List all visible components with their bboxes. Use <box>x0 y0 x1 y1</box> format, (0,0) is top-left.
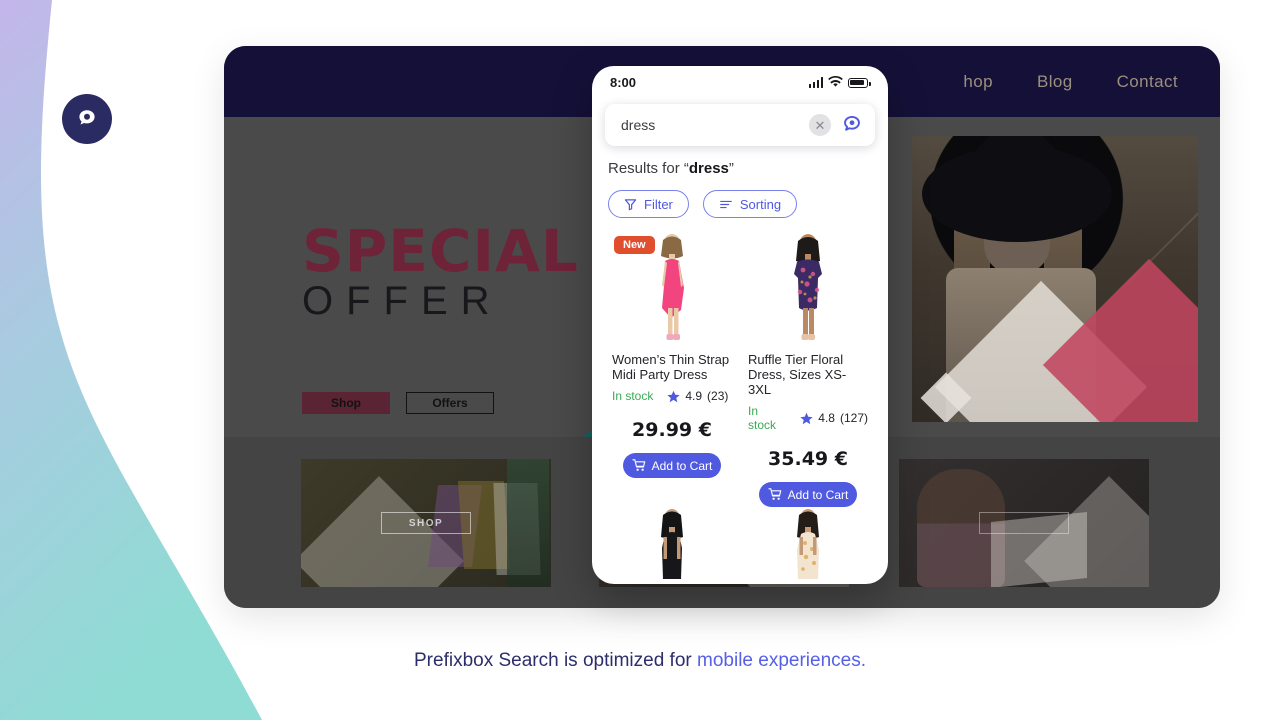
signal-bars-icon <box>808 77 823 88</box>
star-icon <box>800 412 813 424</box>
product-card[interactable]: Ruffle Tier Floral Dress, Sizes XS-3XL I… <box>740 232 876 507</box>
filter-funnel-icon <box>624 198 637 210</box>
nav-item-shop[interactable]: hop <box>963 72 993 92</box>
sorting-chip[interactable]: Sorting <box>702 190 798 218</box>
filter-chip-label: Filter <box>644 196 673 212</box>
add-to-cart-label: Add to Cart <box>787 487 849 502</box>
hero-shop-button[interactable]: Shop <box>302 392 390 414</box>
nav-item-blog[interactable]: Blog <box>1037 72 1073 92</box>
hero-title-top: SPECIAL <box>302 217 579 285</box>
add-to-cart-button[interactable]: Add to Cart <box>759 482 857 507</box>
status-time: 8:00 <box>610 74 637 90</box>
wifi-icon <box>828 76 843 87</box>
star-icon <box>667 390 680 402</box>
stock-status: In stock <box>612 389 654 403</box>
search-input[interactable]: dress <box>621 117 801 133</box>
phone-status-bar: 8:00 <box>592 66 888 98</box>
tile-right[interactable] <box>899 459 1149 587</box>
product-card-partial[interactable] <box>604 507 740 579</box>
tile-shop[interactable]: SHOP <box>301 459 551 587</box>
search-submit-icon[interactable] <box>839 114 865 136</box>
results-suffix: ” <box>728 160 734 177</box>
slide-canvas: hop Blog Contact SPECIAL OFFER Shop Offe… <box>0 0 1280 720</box>
caption-highlight: mobile experiences. <box>697 650 866 671</box>
prefixbox-logo <box>62 94 112 144</box>
hero-offers-button[interactable]: Offers <box>406 392 494 414</box>
hero-title-bottom: OFFER <box>302 279 503 323</box>
product-grid: New Women’s Thin Strap Midi Party Dress … <box>592 218 888 507</box>
caption-prefix: Prefixbox Search is optimized for <box>414 650 698 671</box>
rating-value: 4.9 <box>685 389 703 403</box>
product-grid-next-row <box>592 507 888 579</box>
rating-value: 4.8 <box>818 411 835 425</box>
results-heading: Results for “dress” <box>592 146 888 177</box>
product-title: Women’s Thin Strap Midi Party Dress <box>612 352 730 382</box>
results-term: dress <box>688 160 729 177</box>
product-title: Ruffle Tier Floral Dress, Sizes XS-3XL <box>748 352 847 397</box>
filter-chip[interactable]: Filter <box>608 190 689 218</box>
product-price: 29.99 € <box>632 419 712 441</box>
search-bar[interactable]: dress ✕ <box>605 104 875 146</box>
product-rating: 4.9 (23) <box>667 389 728 403</box>
results-prefix: Results for “ <box>608 160 689 177</box>
model-hat-brim <box>922 146 1112 242</box>
hero-model-photo <box>912 136 1198 422</box>
sorting-chip-label: Sorting <box>739 196 782 212</box>
nav-item-contact[interactable]: Contact <box>1117 72 1178 92</box>
product-meta: In stock 4.9 (23) <box>612 389 732 403</box>
product-price: 35.49 € <box>768 448 848 470</box>
tile-shop-button[interactable]: SHOP <box>381 512 471 534</box>
add-to-cart-label: Add to Cart <box>651 458 713 473</box>
product-image <box>748 232 868 344</box>
phone-mockup: 8:00 dress ✕ Results for “dress” Filter … <box>592 66 888 584</box>
stock-status: In stock <box>748 404 777 432</box>
add-to-cart-button[interactable]: Add to Cart <box>623 453 721 478</box>
review-count: (127) <box>839 411 868 425</box>
search-area: dress ✕ <box>592 98 888 146</box>
cart-icon <box>768 488 781 500</box>
status-icons <box>808 76 871 88</box>
clear-search-icon[interactable]: ✕ <box>809 114 831 136</box>
search-bubble-icon <box>79 110 95 125</box>
slide-caption: Prefixbox Search is optimized for mobile… <box>0 650 1280 672</box>
tile-foliage <box>507 459 549 587</box>
product-meta: In stock 4.8 (127) <box>748 404 868 432</box>
product-rating: 4.8 (127) <box>800 411 868 425</box>
review-count: (23) <box>707 389 729 403</box>
product-card-partial[interactable] <box>740 507 876 579</box>
filter-chip-row: Filter Sorting <box>592 177 888 218</box>
cart-icon <box>632 459 645 471</box>
tile-right-button[interactable] <box>979 512 1069 534</box>
new-badge: New <box>614 236 655 254</box>
battery-full-icon <box>848 78 871 88</box>
product-card[interactable]: New Women’s Thin Strap Midi Party Dress … <box>604 232 740 507</box>
sort-lines-icon <box>720 200 732 208</box>
